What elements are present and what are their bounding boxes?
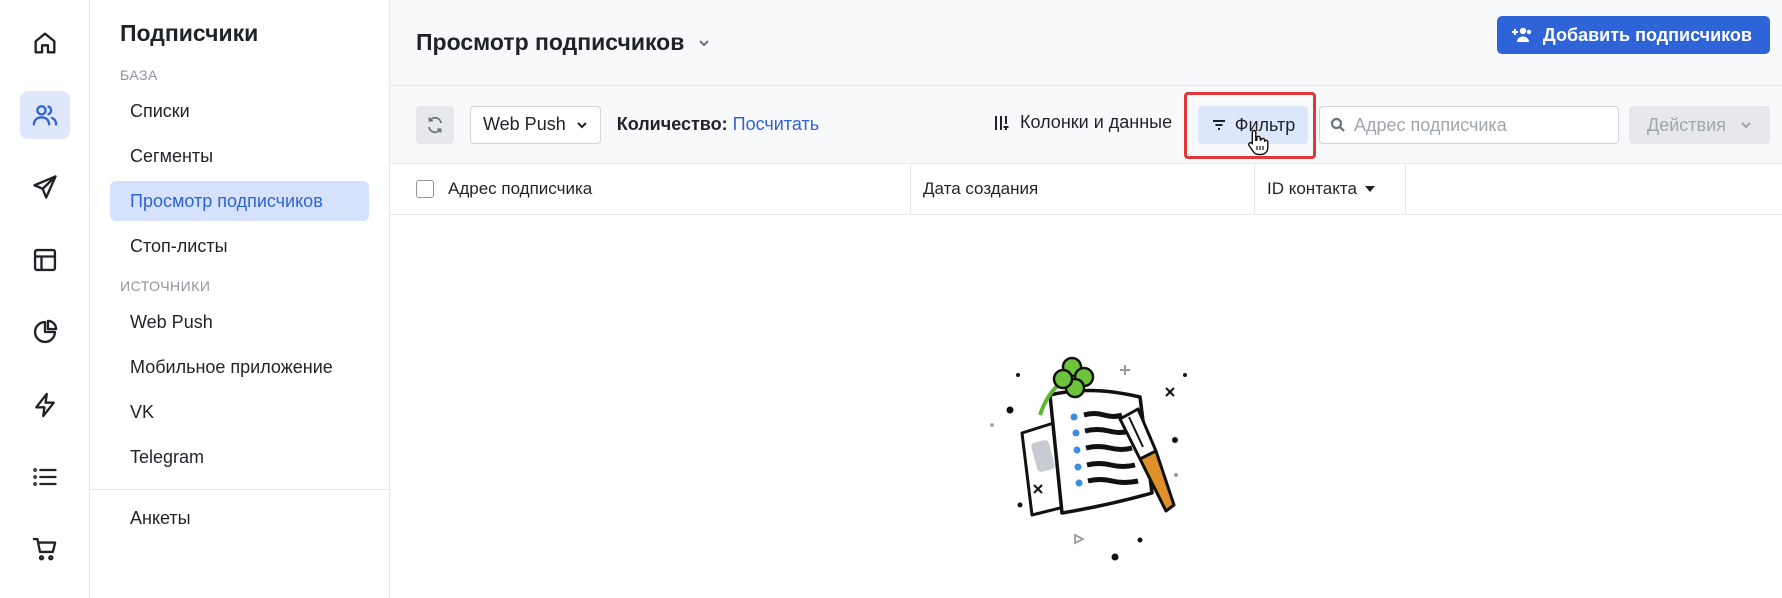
hand-cursor-icon	[1247, 129, 1269, 156]
sidebar-section-base: БАЗА	[120, 67, 158, 83]
sidebar-item-telegram[interactable]: Telegram	[110, 437, 369, 477]
sidebar-item-stop-lists[interactable]: Стоп-листы	[110, 226, 369, 266]
add-users-icon	[1511, 27, 1532, 42]
sidebar-title: Подписчики	[120, 20, 259, 46]
sort-desc-icon	[1364, 186, 1375, 192]
actions-label: Действия	[1647, 114, 1726, 135]
icon-rail	[0, 0, 90, 598]
home-icon	[34, 32, 55, 54]
sidebar-divider	[90, 489, 389, 490]
sidebar-item-lists[interactable]: Списки	[110, 91, 369, 131]
page-header: Просмотр подписчиков Добавить подписчико…	[390, 0, 1782, 86]
channel-select[interactable]: Web Push	[470, 105, 601, 144]
send-icon	[32, 175, 57, 200]
column-contact-id[interactable]: ID контакта	[1255, 163, 1406, 215]
sidebar-item-mobile-app[interactable]: Мобильное приложение	[110, 347, 369, 387]
chevron-down-icon	[577, 121, 587, 128]
columns-icon	[995, 115, 1009, 130]
rail-automation-button[interactable]	[20, 381, 70, 428]
column-subscriber-address[interactable]: Адрес подписчика	[390, 163, 911, 215]
filter-icon	[1212, 120, 1225, 130]
refresh-button[interactable]	[416, 105, 454, 144]
actions-dropdown[interactable]: Действия	[1629, 106, 1770, 144]
rail-shop-button[interactable]	[20, 526, 70, 573]
title-dropdown-toggle[interactable]	[696, 35, 712, 51]
sidebar-item-forms[interactable]: Анкеты	[110, 498, 369, 538]
pie-chart-icon	[33, 319, 57, 344]
cart-icon	[32, 538, 56, 561]
columns-data-label: Колонки и данные	[1020, 112, 1173, 132]
subscribers-sidebar: Подписчики БАЗА Списки Сегменты Просмотр…	[90, 0, 390, 598]
app-root: Подписчики БАЗА Списки Сегменты Просмотр…	[0, 0, 1782, 598]
rail-home-button[interactable]	[20, 19, 70, 66]
subscriber-search-input[interactable]	[1354, 114, 1604, 136]
rail-analytics-button[interactable]	[20, 309, 70, 356]
rail-templates-button[interactable]	[20, 236, 70, 283]
add-subscribers-button[interactable]: Добавить подписчиков	[1496, 16, 1770, 54]
sidebar-item-vk[interactable]: VK	[110, 392, 369, 432]
sidebar-item-web-push[interactable]: Web Push	[110, 302, 369, 342]
users-icon	[32, 105, 57, 126]
main-content: Просмотр подписчиков Добавить подписчико…	[390, 0, 1782, 598]
rail-subscribers-button[interactable]	[19, 91, 70, 139]
layout-icon	[33, 248, 56, 271]
columns-data-button[interactable]: Колонки и данные	[992, 112, 1172, 133]
count-label: Количество:	[616, 114, 728, 134]
empty-state-illustration	[990, 356, 1187, 561]
column-label: ID контакта	[1267, 179, 1357, 198]
list-icon	[32, 468, 57, 486]
sidebar-section-sources: ИСТОЧНИКИ	[120, 278, 211, 294]
column-label: Адрес подписчика	[448, 179, 593, 198]
channel-select-value: Web Push	[483, 114, 566, 134]
page-title: Просмотр подписчиков	[416, 29, 685, 55]
toolbar: Web Push Количество: Посчитать Колонки и …	[390, 86, 1782, 164]
column-created-date[interactable]: Дата создания	[911, 163, 1255, 215]
count-calculate-link[interactable]: Посчитать	[733, 114, 819, 134]
select-all-checkbox[interactable]	[416, 180, 434, 198]
lightning-icon	[34, 392, 55, 417]
refresh-icon	[428, 116, 442, 133]
add-subscribers-label: Добавить подписчиков	[1542, 24, 1752, 45]
subscriber-search[interactable]	[1319, 106, 1619, 144]
chevron-down-icon	[699, 39, 710, 46]
sidebar-item-segments[interactable]: Сегменты	[110, 136, 369, 176]
sidebar-item-view-subscribers[interactable]: Просмотр подписчиков	[110, 181, 369, 221]
column-label: Дата создания	[923, 179, 1039, 198]
count-block: Количество: Посчитать	[617, 114, 819, 135]
search-icon	[1330, 117, 1345, 132]
rail-campaigns-button[interactable]	[20, 164, 70, 211]
table-header: Адрес подписчика Дата создания ID контак…	[390, 163, 1782, 215]
rail-lists-button[interactable]	[20, 453, 70, 500]
chevron-down-icon	[1741, 122, 1751, 129]
